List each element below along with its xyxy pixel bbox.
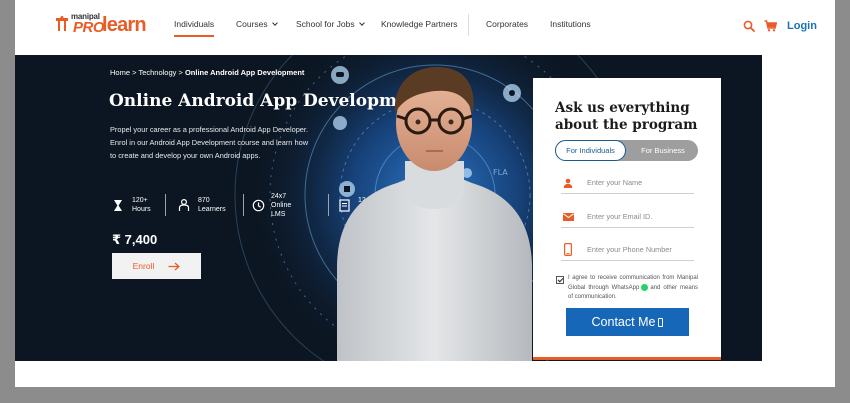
stat-label: Hours [132,206,151,213]
nav-divider [468,14,469,36]
chevron-down-icon [358,19,365,26]
course-price: ₹ 7,400 [112,232,158,247]
consent-checkbox[interactable] [556,276,564,284]
email-field [561,206,694,228]
contact-me-label: Contact Me [591,315,656,329]
user-icon [561,176,575,190]
manipal-prolearn-logo[interactable]: manipal PRO learn [55,12,155,36]
phone-field [561,239,694,261]
nav-label: Corporates [486,19,529,29]
enquiry-form-card: Ask us everything about the program For … [533,78,721,360]
cart-icon[interactable] [764,20,777,32]
instructor-photo [337,67,532,361]
phone-input[interactable] [587,245,687,254]
logo-pro-text: PRO [73,19,105,36]
nav-courses[interactable]: Courses [236,19,278,29]
breadcrumb-current: Online Android App Development [184,68,305,77]
breadcrumb-home[interactable]: Home [110,68,130,77]
chevron-down-icon [271,19,278,26]
name-field [561,172,694,194]
stat-learners: 870 Learners [176,194,226,216]
nav-label: Institutions [550,19,591,29]
logo-learn-text: learn [102,14,147,36]
nav-knowledge-partners[interactable]: Knowledge Partners [381,19,458,29]
consent-text: I agree to receive communication from Ma… [568,274,698,303]
arrow-right-icon [168,262,181,270]
clock-icon [252,197,265,213]
logo-mark-icon [56,16,68,31]
stat-value: 120+ [132,197,148,204]
nav-label: Individuals [174,19,215,29]
nav-school-for-jobs[interactable]: School for Jobs [296,19,365,29]
hourglass-icon [110,197,126,213]
stat-label: Online LMS [271,201,292,218]
login-link[interactable]: Login [787,20,817,32]
stat-hours: 120+ Hours [110,194,151,216]
stat-value: 870 [198,197,210,204]
enroll-label: Enroll [132,261,155,271]
toggle-for-business[interactable]: For Business [628,140,698,161]
breadcrumb-separator: > [176,68,185,77]
breadcrumb-technology[interactable]: Technology [138,68,176,77]
phone-icon [658,317,664,327]
learners-icon [176,197,192,213]
stat-divider [243,194,244,216]
stat-value: 24x7 [271,192,287,200]
email-input[interactable] [587,212,687,221]
whatsapp-icon [641,283,649,291]
stat-label: Learners [198,206,226,213]
form-title: Ask us everything about the program [555,100,698,133]
consent-row: I agree to receive communication from Ma… [556,274,698,303]
enroll-button[interactable]: Enroll [112,253,201,279]
search-icon[interactable] [743,20,755,32]
course-description: Propel your career as a professional And… [110,125,309,160]
overlay-dim [835,0,850,403]
site-header: manipal PRO learn Individuals Courses Sc… [15,0,835,55]
contact-me-button[interactable]: Contact Me [566,308,689,336]
mobile-phone-icon [561,243,575,257]
name-input[interactable] [587,178,687,187]
nav-label: Knowledge Partners [381,19,458,29]
nav-institutions[interactable]: Institutions [550,19,591,29]
stat-divider [165,194,166,216]
nav-label: School for Jobs [296,19,355,29]
nav-corporates[interactable]: Corporates [486,19,528,29]
nav-individuals[interactable]: Individuals [174,19,215,37]
toggle-for-individuals[interactable]: For Individuals [555,140,626,161]
stat-lms: 24x7 Online LMS [252,192,294,218]
breadcrumb: Home > Technology > Online Android App D… [110,68,304,77]
page: manipal PRO learn Individuals Courses Sc… [15,0,835,387]
audience-toggle: For Individuals For Business [555,140,698,161]
nav-label: Courses [236,19,268,29]
envelope-icon [561,210,575,224]
